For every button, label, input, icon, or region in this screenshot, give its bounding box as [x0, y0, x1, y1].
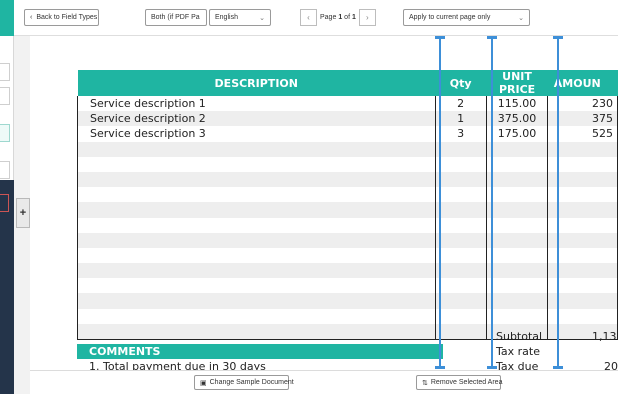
column-guide-line[interactable]	[491, 36, 493, 368]
table-row-empty	[77, 232, 618, 248]
subtotal-value: 1,130	[592, 330, 618, 343]
table-row-empty	[77, 171, 618, 188]
panel-field-stub[interactable]	[0, 63, 10, 81]
remove-area-label: Remove Selected Area	[430, 379, 503, 386]
panel-field-stub-error[interactable]	[0, 194, 9, 212]
row-qty: 3	[434, 126, 487, 142]
col-description-header: DESCRIPTION	[77, 70, 436, 96]
pagination: ‹ Page 1 of 1 ›	[300, 9, 376, 26]
tax-due-value: 203	[604, 360, 618, 370]
panel-field-stub[interactable]	[0, 87, 10, 105]
prev-page-button[interactable]: ‹	[300, 9, 317, 26]
apply-scope-value: Apply to current page only	[409, 14, 491, 21]
chevron-down-icon: ⌄	[518, 14, 524, 22]
remove-area-icon: ⇅	[422, 379, 428, 387]
sidebar-header-strip	[0, 0, 14, 36]
page-current: 1	[338, 14, 343, 21]
row-unit-price: 115.00	[485, 96, 549, 112]
row-description: Service description 2	[77, 111, 436, 127]
table-row-empty	[77, 187, 618, 203]
invoice-header-row: DESCRIPTION Qty UNIT PRICE AMOUN	[77, 70, 618, 96]
document-icon: ▣	[200, 379, 207, 387]
panel-field-stub-selected[interactable]	[0, 124, 10, 142]
table-row: Service description 1 2 115.00 230	[77, 96, 618, 112]
table-row-empty	[77, 141, 618, 157]
document-canvas[interactable]: DESCRIPTION Qty UNIT PRICE AMOUN Service…	[30, 36, 618, 370]
tax-due-label: Tax due	[496, 360, 539, 370]
page-indicator: Page 1 of 1	[317, 14, 359, 21]
document-select[interactable]: Both (if PDF Pa	[145, 9, 207, 26]
row-unit-price: 375.00	[485, 111, 549, 127]
next-page-button[interactable]: ›	[358, 9, 376, 26]
table-row-empty	[77, 217, 618, 233]
remove-selected-area-button[interactable]: ⇅ Remove Selected Area	[416, 375, 503, 390]
bottom-toolbar: ▣ Change Sample Document ⇅ Remove Select…	[30, 370, 618, 394]
table-row: Service description 3 3 175.00 525	[77, 126, 618, 142]
chevron-right-icon: ›	[366, 13, 369, 22]
row-description: Service description 3	[77, 126, 436, 142]
guide-handle-top[interactable]	[487, 36, 497, 39]
comment-line: 1. Total payment due in 30 days	[89, 360, 266, 370]
back-label: Back to Field Types	[36, 14, 98, 21]
table-row: Service description 2 1 375.00 375	[77, 111, 618, 127]
col-unit-price-header: UNIT PRICE	[486, 70, 548, 96]
chevron-left-icon: ‹	[307, 13, 310, 22]
column-guide-line[interactable]	[439, 36, 441, 368]
expand-panel-button[interactable]: +	[16, 198, 30, 228]
column-guide-line[interactable]	[557, 36, 559, 368]
top-toolbar: ‹ Back to Field Types Both (if PDF Pa En…	[14, 0, 618, 36]
tax-rate-label: Tax rate	[496, 345, 540, 358]
apply-scope-select[interactable]: Apply to current page only ⌄	[403, 9, 530, 26]
chevron-down-icon: ⌄	[259, 14, 265, 22]
sidebar-dark-section	[0, 180, 14, 394]
table-row-empty	[77, 278, 618, 294]
table-row-empty	[77, 156, 618, 172]
invoice-table: DESCRIPTION Qty UNIT PRICE AMOUN Service…	[77, 70, 618, 340]
guide-handle-top[interactable]	[553, 36, 563, 39]
guide-handle-bottom[interactable]	[435, 366, 445, 369]
back-to-field-types-button[interactable]: ‹ Back to Field Types	[24, 9, 99, 26]
table-row-empty	[77, 293, 618, 309]
document-select-value: Both (if PDF Pa	[151, 14, 200, 21]
language-select[interactable]: English ⌄	[209, 9, 271, 26]
panel-field-stub[interactable]	[0, 161, 10, 179]
guide-handle-bottom[interactable]	[553, 366, 563, 369]
table-row-empty	[77, 202, 618, 218]
page-total: 1	[351, 14, 356, 21]
col-qty-header: Qty	[435, 70, 487, 96]
page-of: of	[344, 14, 351, 21]
row-description: Service description 1	[77, 96, 436, 112]
plus-icon: +	[19, 207, 27, 219]
row-qty: 1	[434, 111, 487, 127]
comments-header: COMMENTS	[77, 344, 443, 359]
table-row-empty	[77, 263, 618, 279]
guide-handle-top[interactable]	[435, 36, 445, 39]
change-sample-label: Change Sample Document	[209, 379, 294, 386]
row-qty: 2	[434, 96, 487, 112]
change-sample-document-button[interactable]: ▣ Change Sample Document	[194, 375, 294, 390]
language-select-value: English	[215, 14, 238, 21]
table-row-empty	[77, 247, 618, 264]
chevron-left-icon: ‹	[30, 14, 33, 21]
row-unit-price: 175.00	[485, 126, 549, 142]
subtotal-label: Subtotal	[496, 330, 543, 343]
guide-handle-bottom[interactable]	[487, 366, 497, 369]
page-prefix: Page	[320, 14, 337, 21]
table-row-empty	[77, 308, 618, 324]
